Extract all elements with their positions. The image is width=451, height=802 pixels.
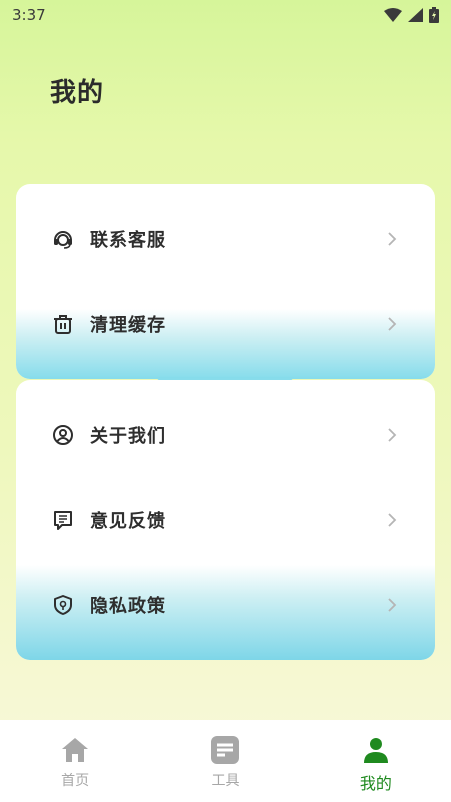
status-icons	[384, 7, 439, 23]
menu-item-about-us[interactable]: 关于我们	[16, 405, 435, 465]
page-title: 我的	[50, 78, 105, 108]
battery-icon	[429, 7, 439, 23]
tools-icon	[209, 734, 241, 766]
menu-item-label: 关于我们	[90, 426, 166, 447]
menu-card-2: 关于我们 意见反馈 隐私政策	[16, 380, 435, 660]
menu-item-label: 联系客服	[90, 230, 166, 251]
wifi-icon	[384, 8, 402, 22]
nav-tab-mine[interactable]: 我的	[301, 720, 451, 802]
chevron-right-icon	[388, 513, 397, 527]
nav-label: 工具	[211, 773, 240, 789]
menu-item-privacy-policy[interactable]: 隐私政策	[16, 575, 435, 635]
user-circle-icon	[52, 424, 74, 446]
menu-card-1: 联系客服 清理缓存	[16, 184, 435, 379]
nav-label: 首页	[61, 773, 90, 789]
feedback-icon	[52, 509, 74, 531]
signal-icon	[408, 8, 423, 22]
menu-item-label: 隐私政策	[90, 596, 166, 617]
chevron-right-icon	[388, 598, 397, 612]
headset-icon	[52, 228, 74, 250]
shield-icon	[52, 594, 74, 616]
home-icon	[59, 734, 91, 766]
menu-item-label: 清理缓存	[90, 315, 166, 336]
status-bar: 3:37	[0, 0, 451, 30]
status-time: 3:37	[12, 6, 46, 24]
menu-item-clear-cache[interactable]: 清理缓存	[16, 294, 435, 354]
bottom-nav: 首页 工具 我的	[0, 720, 451, 802]
nav-label: 我的	[359, 774, 392, 793]
menu-item-contact-service[interactable]: 联系客服	[16, 209, 435, 269]
nav-tab-tools[interactable]: 工具	[150, 720, 300, 802]
menu-item-label: 意见反馈	[90, 511, 166, 532]
menu-item-feedback[interactable]: 意见反馈	[16, 490, 435, 550]
chevron-right-icon	[388, 317, 397, 331]
chevron-right-icon	[388, 232, 397, 246]
profile-icon	[360, 734, 392, 766]
chevron-right-icon	[388, 428, 397, 442]
trash-icon	[52, 313, 74, 335]
nav-tab-home[interactable]: 首页	[0, 720, 150, 802]
